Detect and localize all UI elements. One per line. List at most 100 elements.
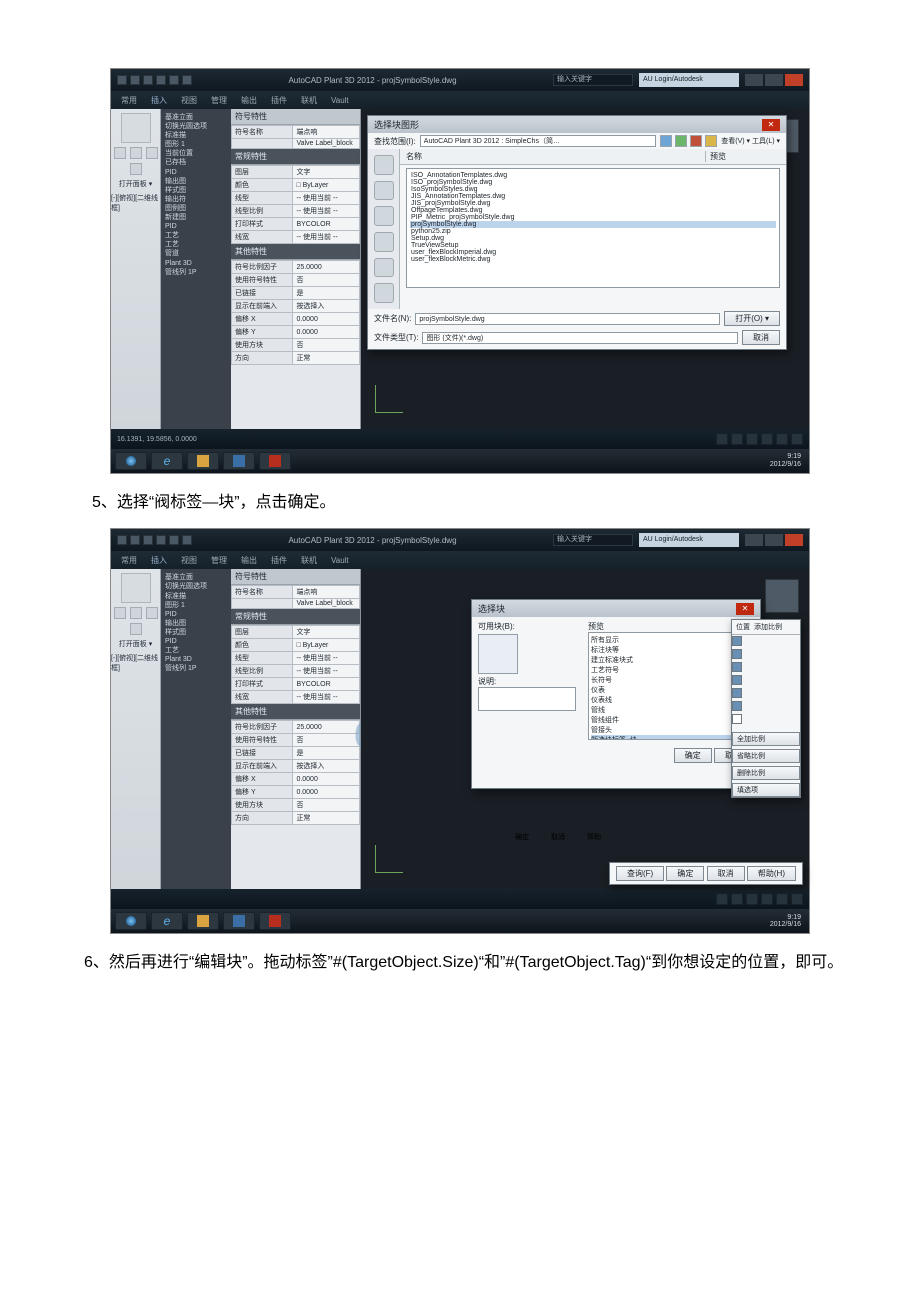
tiny-icon[interactable] [114,607,126,619]
tree-node[interactable]: 标准描 [163,592,229,601]
snap-icon[interactable] [716,433,728,445]
file-item[interactable]: Setup.dwg [410,235,776,242]
file-item[interactable]: PIP_Metric_projSymbolStyle.dwg [410,214,776,221]
filename-input[interactable]: projSymbolStyle.dwg [415,313,720,325]
drawing-canvas[interactable]: 选择块图形 ✕ 查找范围(I): AutoCAD Plant 3D 2012 :… [361,109,809,429]
ribbon-tab[interactable]: 联机 [301,555,317,566]
ok-button[interactable]: 确定 [674,748,712,763]
place-favorites-icon[interactable] [374,206,394,226]
block-listbox[interactable]: 所有显示 标注块等 建立标准块式 工艺符号 长符号 仪表 仪表线 管线 管线组件… [588,632,754,740]
osnap-icon[interactable] [776,433,788,445]
panel-label[interactable]: 打开面板 ▾ [119,639,152,649]
file-item[interactable]: IsoSymbolStyles.dwg [410,186,776,193]
tree-node[interactable]: 新建图 [163,213,229,222]
taskbar-app[interactable]: e [151,452,183,470]
tiny-icon[interactable] [146,147,158,159]
tiny-icon[interactable] [130,163,142,175]
tree-node[interactable]: 工艺 [163,231,229,240]
ribbon-tab[interactable]: 插件 [271,95,287,106]
list-item[interactable]: 管线组件 [591,715,751,725]
tree-node[interactable]: 已存档 [163,158,229,167]
tiny-icon[interactable] [130,147,142,159]
tree-node[interactable]: Plant 3D [163,259,229,268]
ribbon-tab[interactable]: 输出 [241,555,257,566]
file-item[interactable]: TrueViewSetup [410,242,776,249]
polar-icon[interactable] [761,893,773,905]
ok-button[interactable]: 确定 [666,866,704,881]
ortho-icon[interactable] [746,433,758,445]
side-btn[interactable]: 填选项 [732,783,800,797]
opt-check[interactable] [732,701,745,712]
tree-node[interactable]: 标准描 [163,131,229,140]
place-ftp-icon[interactable] [374,232,394,252]
list-item[interactable]: 工艺符号 [591,665,751,675]
tree-node[interactable]: 输出符 [163,195,229,204]
start-button[interactable] [115,452,147,470]
qat-redo-icon[interactable] [182,75,192,85]
file-item[interactable]: ISO_AnnotationTemplates.dwg [410,172,776,179]
taskbar-app[interactable] [223,452,255,470]
delete-icon[interactable] [690,135,702,147]
tree-node[interactable]: 当前位置 [163,149,229,158]
grid-icon[interactable] [731,893,743,905]
list-item[interactable]: 管接头 [591,725,751,735]
file-item[interactable]: JIS_AnnotationTemplates.dwg [410,193,776,200]
qat-undo-icon[interactable] [169,535,179,545]
open-button[interactable]: 打开(O) ▾ [724,311,780,326]
qat-open-icon[interactable] [143,535,153,545]
ribbon-tab[interactable]: Vault [331,96,349,105]
qat-open-icon[interactable] [143,75,153,85]
place-desktop-icon[interactable] [374,258,394,278]
newfolder-icon[interactable] [705,135,717,147]
tree-node[interactable]: 工艺 [163,646,229,655]
file-item[interactable]: OffpageTemplates.dwg [410,207,776,214]
ribbon-tab[interactable]: 插件 [271,555,287,566]
desc-field[interactable] [478,687,576,711]
minimize-icon[interactable] [745,74,763,86]
list-item-selected[interactable]: 所选块标签_块 [591,735,751,740]
qat-new-icon[interactable] [130,535,140,545]
opt-check[interactable] [732,636,745,647]
qat-new-icon[interactable] [130,75,140,85]
dialog-close-icon[interactable]: ✕ [736,603,754,615]
project-tree[interactable]: 基准立面 切换光圆选项 标准描 图形 1 当前位置 已存档 PID 输出图 样式… [161,109,231,429]
tree-node[interactable]: 图形 1 [163,601,229,610]
file-item-selected[interactable]: projSymbolStyle.dwg [410,221,776,228]
cancel-button[interactable]: 取消 [543,831,573,843]
side-btn[interactable]: 省略比例 [732,749,800,763]
opt-check[interactable] [732,649,745,660]
grid-icon[interactable] [731,433,743,445]
file-list[interactable]: ISO_AnnotationTemplates.dwg ISO_projSymb… [406,168,780,288]
tree-node[interactable]: 基准立面 [163,573,229,582]
taskbar-app[interactable] [187,912,219,930]
list-item[interactable]: 管线 [591,705,751,715]
tiny-icon[interactable] [130,607,142,619]
ok-button[interactable]: 确定 [507,831,537,843]
taskbar-app[interactable] [223,912,255,930]
toolbar-menu[interactable]: 查看(V) ▾ 工具(L) ▾ [721,136,780,146]
lwt-icon[interactable] [791,433,803,445]
tiny-icon[interactable] [130,623,142,635]
app-menu-icon[interactable] [117,535,127,545]
taskbar-app[interactable] [259,912,291,930]
qat-save-icon[interactable] [156,535,166,545]
help-button[interactable]: 帮助 [579,831,609,843]
panel-label[interactable]: 打开面板 ▾ [119,179,152,189]
ribbon-tab[interactable]: 插入 [151,95,167,106]
col-preview[interactable]: 预览 [710,151,780,162]
tree-node[interactable]: 基准立面 [163,113,229,122]
tree-node[interactable]: Plant 3D [163,655,229,664]
list-item[interactable]: 长符号 [591,675,751,685]
dialog-close-icon[interactable]: ✕ [762,119,780,131]
lookin-combo[interactable]: AutoCAD Plant 3D 2012 : SimpleChs（简… [420,135,656,147]
list-item[interactable]: 建立标准块式 [591,655,751,665]
tree-node[interactable]: PID [163,222,229,231]
list-item[interactable]: 仪表线 [591,695,751,705]
file-item[interactable]: python25.zip [410,228,776,235]
file-item[interactable]: JIS_projSymbolStyle.dwg [410,200,776,207]
block-insert-icon[interactable] [121,113,151,143]
snap-icon[interactable] [716,893,728,905]
start-button[interactable] [115,912,147,930]
tree-node[interactable]: 图形 1 [163,140,229,149]
tree-node[interactable]: 切换光圆选项 [163,582,229,591]
